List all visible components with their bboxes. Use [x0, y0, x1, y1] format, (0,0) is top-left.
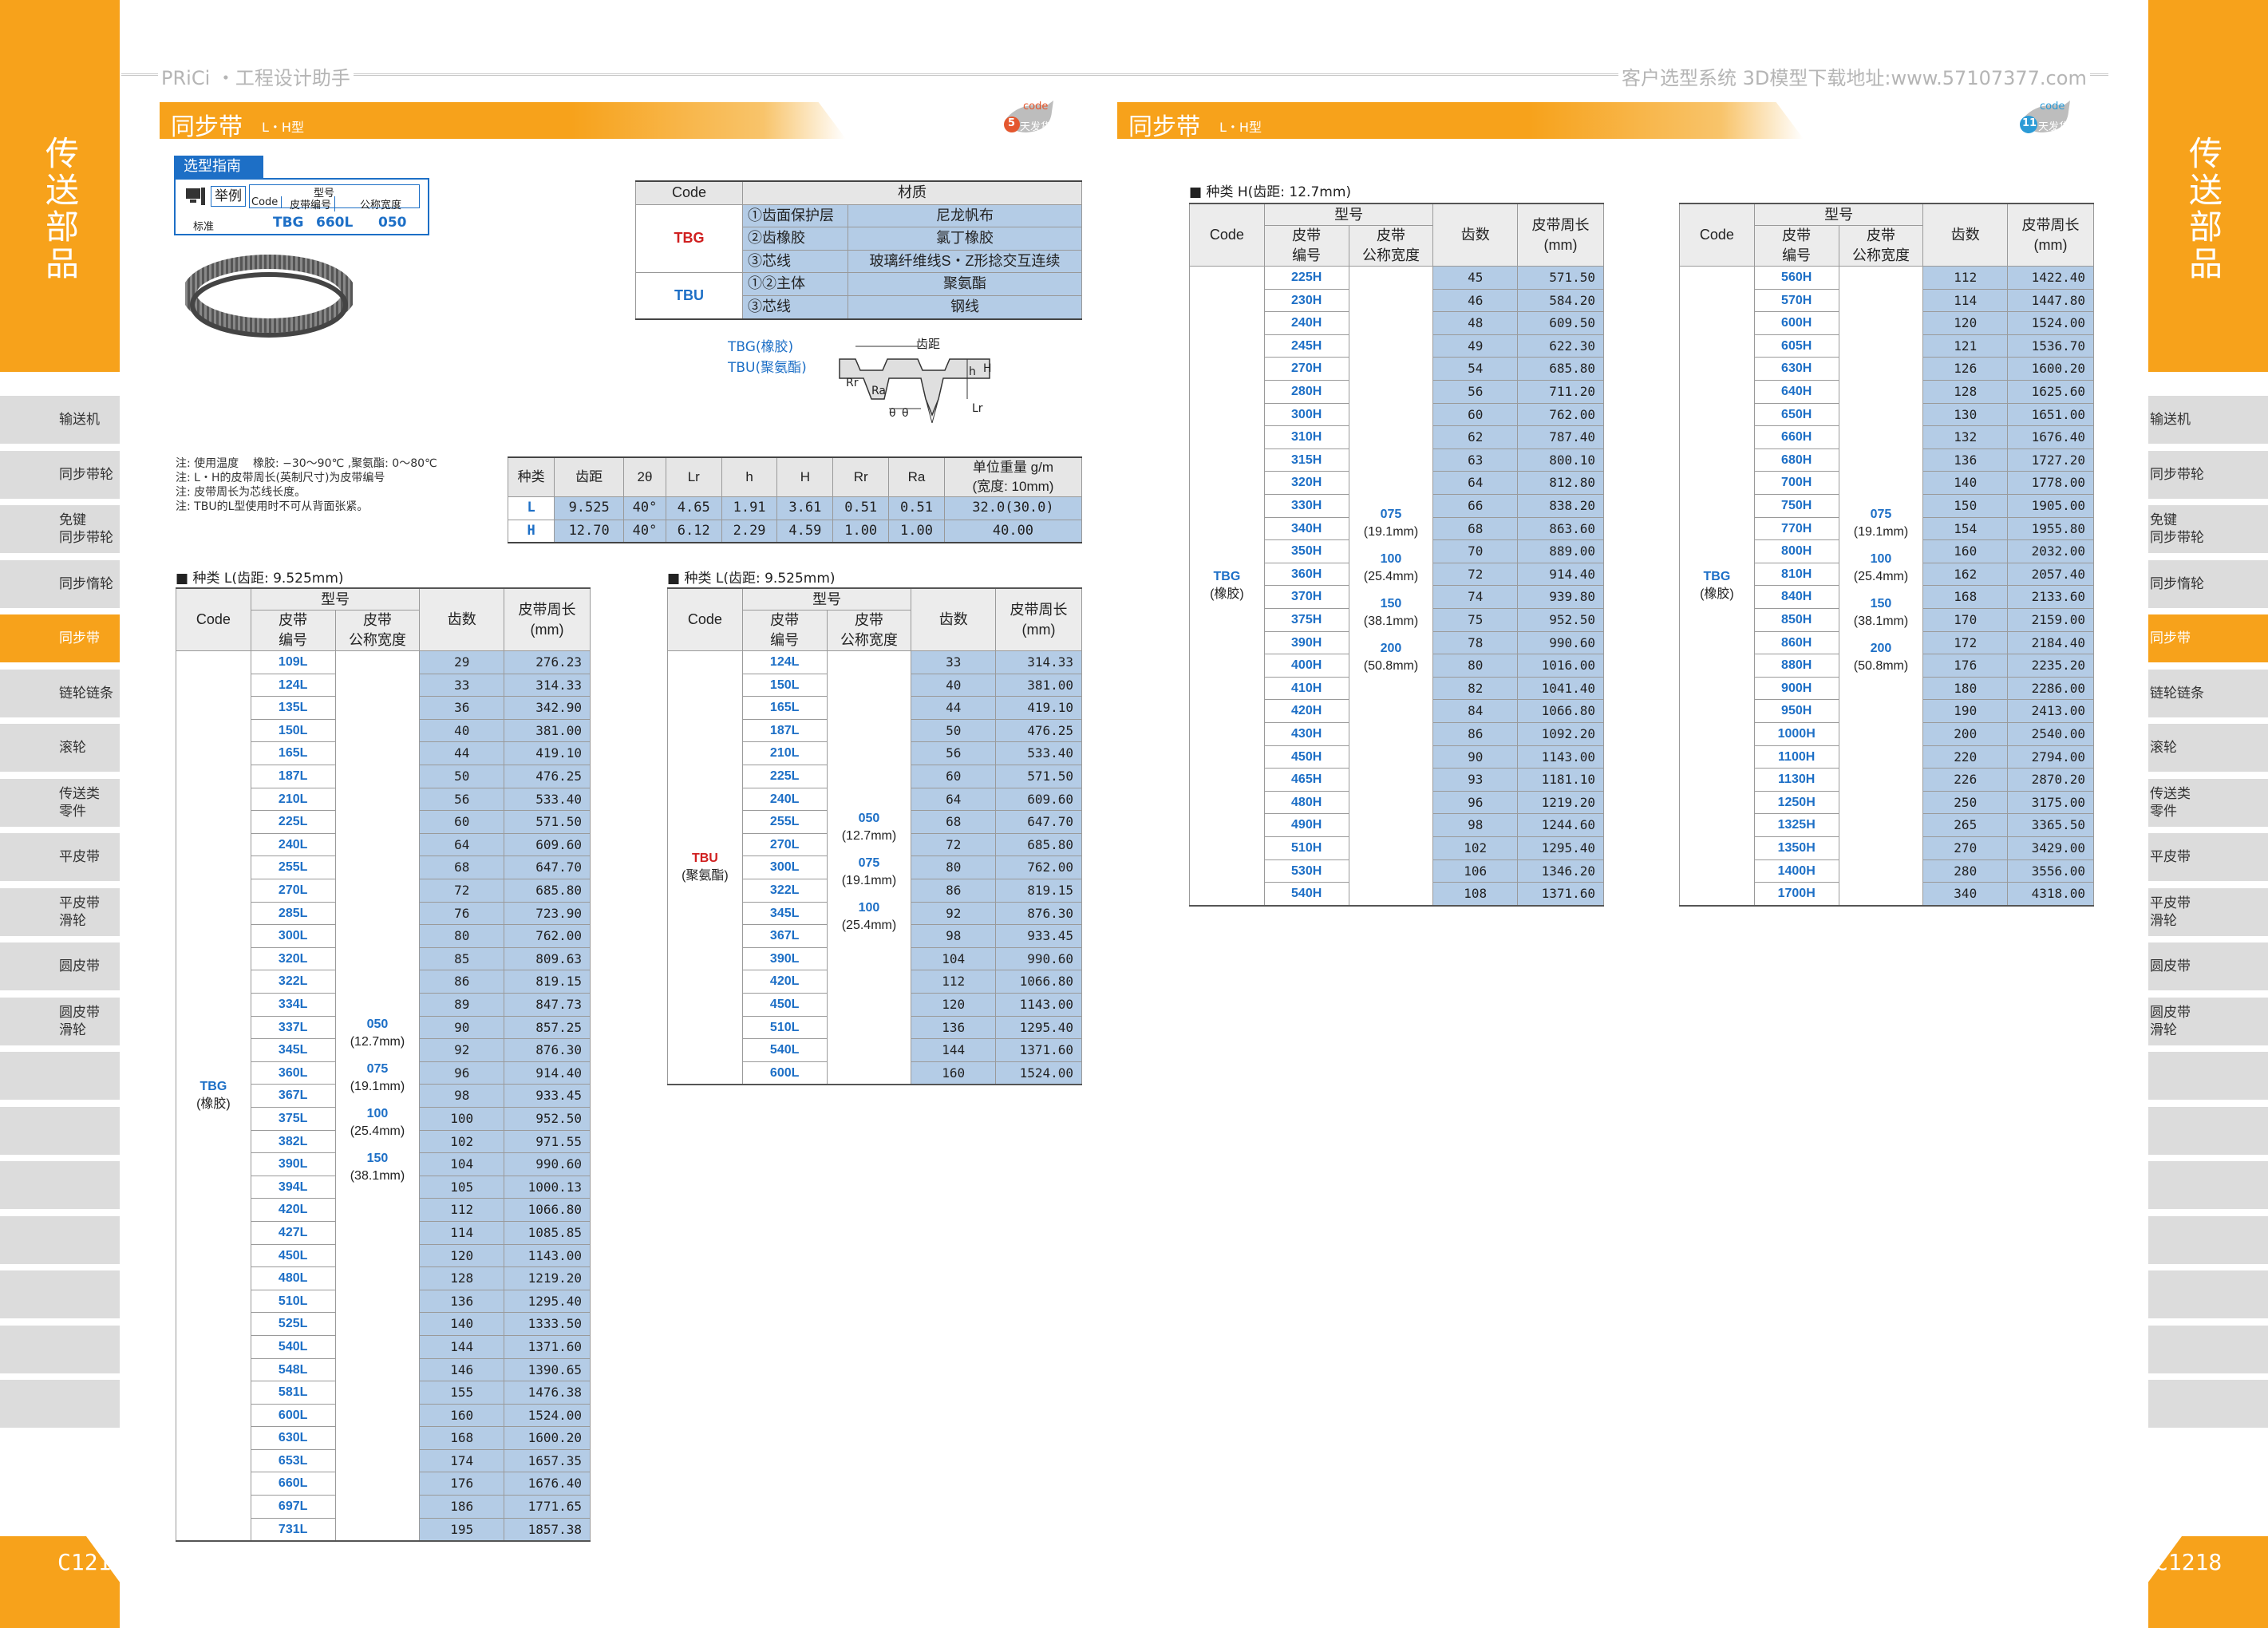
side-nav-item[interactable]: 同步带 [2148, 614, 2268, 662]
page-title: 同步带 [1128, 113, 1200, 141]
belt-table-h-2: Code 型号 齿数 皮带周长 (mm) 皮带 编号 皮带 公称宽度 TBG (橡胶) 560H… [1679, 203, 2094, 907]
spec-table: 种类 齿距 2θ Lr h H Rr Ra 单位重量 g/m (宽度: 10mm) L 9.525… [507, 456, 1083, 544]
example-label: 举例 [211, 186, 246, 207]
side-nav-blank [0, 1380, 120, 1428]
side-nav-item[interactable]: 平皮带 [2148, 833, 2268, 881]
side-nav-item[interactable]: 传送类 零件 [0, 778, 120, 827]
example-model-box: 型号 Code 皮带编号 公称宽度 [249, 184, 420, 211]
side-nav-blank [2148, 1161, 2268, 1209]
side-nav-blank [0, 1161, 120, 1209]
right-side-tab: 传送部品 输送机同步带轮免键 同步带轮 同步惰轮同步带链轮链条滚轮传送类 零件 平皮… [2148, 0, 2268, 1628]
spec-row: L 9.525 40° 4.65 1.91 3.61 0.51 0.51 32.0(30.0) [507, 496, 1083, 520]
side-nav-item[interactable]: 同步惰轮 [2148, 559, 2268, 608]
spec-row: H 12.70 40° 6.12 2.29 4.59 1.00 1.00 40.00 [507, 519, 1083, 543]
side-nav-item[interactable]: 圆皮带 滑轮 [2148, 997, 2268, 1045]
page-subtitle: L・H型 [262, 120, 304, 135]
side-nav-item[interactable]: 圆皮带 滑轮 [0, 997, 120, 1045]
side-nav-item[interactable]: 同步带轮 [2148, 450, 2268, 499]
side-nav-item[interactable]: 滚轮 [2148, 724, 2268, 772]
material-row: TBU ①②主体 聚氨酯 [635, 272, 1082, 320]
side-nav-item[interactable]: 免键 同步带轮 [0, 505, 120, 553]
side-nav-blank [2148, 1270, 2268, 1318]
table-row: TBG (橡胶) 560H 075 (19.1mm) 100 (25.4mm) 150 (38.… [1679, 266, 2094, 906]
title-bar: 同步带 L・H型 [1117, 102, 1804, 139]
side-nav-item[interactable]: 圆皮带 [0, 942, 120, 990]
category-label: 传送部品 [2188, 134, 2223, 283]
side-nav-item[interactable]: 同步带 [0, 614, 120, 662]
side-nav-blank [0, 1325, 120, 1373]
side-nav-item[interactable]: 滚轮 [0, 724, 120, 772]
belt-table-h-1: Code 型号 齿数 皮带周长 (mm) 皮带 编号 皮带 公称宽度 TBG (橡胶) 225H… [1189, 203, 1604, 907]
delivery-badge: code 5 天发货 [1002, 101, 1060, 136]
side-nav-item[interactable]: 链轮链条 [0, 669, 120, 717]
delivery-badge: code 11 天发货 [2019, 101, 2076, 136]
side-nav-blank [2148, 1325, 2268, 1373]
side-nav-blank [2148, 1106, 2268, 1155]
left-side-tab: 传送部品 输送机同步带轮免键 同步带轮 同步惰轮同步带链轮链条滚轮传送类 零件 平皮… [0, 0, 120, 1628]
material-table: Code 材质 TBG ①齿面保护层 尼龙帆布 ②齿橡胶 氯丁橡胶 ③芯线 玻璃纤维线S・Z形… [635, 180, 1082, 320]
belt-image [182, 254, 356, 346]
page-number: C1217 [57, 1549, 125, 1575]
guide-example-box: 举例 型号 Code 皮带编号 公称宽度 标准 TBG 660L 050 [174, 178, 429, 235]
side-nav-item[interactable]: 输送机 [0, 396, 120, 444]
side-nav-item[interactable]: 免键 同步带轮 [2148, 505, 2268, 553]
side-nav-item[interactable]: 传送类 零件 [2148, 778, 2268, 827]
side-nav-blank [2148, 1052, 2268, 1100]
table-row: TBU (聚氨酯) 124L 050 (12.7mm) 075 (19.1mm) 100 (25… [667, 650, 1082, 1085]
side-nav-blank [0, 1215, 120, 1264]
page-subtitle: L・H型 [1219, 120, 1262, 135]
side-nav-item[interactable]: 输送机 [2148, 396, 2268, 444]
table-label: ■ 种类 L(齿距: 9.525mm) [667, 571, 836, 587]
notes: 注: 使用温度 橡胶: −30〜90℃ ,聚氨酯: 0〜80℃ 注: L・H的皮… [176, 457, 437, 513]
belt-table-l-tbu: Code 型号 齿数 皮带周长 (mm) 皮带 编号 皮带 公称宽度 TBU (聚氨酯) 124… [667, 587, 1082, 1086]
side-nav-item[interactable]: 平皮带 滑轮 [0, 887, 120, 936]
header-brand: PRiCi ・工程设计助手 [158, 62, 354, 90]
side-nav-blank [0, 1106, 120, 1155]
table-row: TBG (橡胶) 109L 050 (12.7mm) 075 (19.1mm) 100 (25.… [176, 650, 591, 1542]
side-nav-item[interactable]: 平皮带 滑轮 [2148, 887, 2268, 936]
material-row: TBG ①齿面保护层 尼龙帆布 [635, 204, 1082, 274]
guide-title: 选型指南 [174, 156, 263, 178]
header-download: 客户选型系统 3D模型下载地址:www.57107377.com [1618, 62, 2090, 90]
table-label: ■ 种类 L(齿距: 9.525mm) [176, 571, 344, 587]
page-title: 同步带 [171, 113, 243, 141]
page-number: C1218 [2155, 1549, 2223, 1575]
computer-icon [185, 188, 206, 205]
table-label: ■ 种类 H(齿距: 12.7mm) [1189, 184, 1352, 200]
side-nav-blank [2148, 1380, 2268, 1428]
table-row: TBG (橡胶) 225H 075 (19.1mm) 100 (25.4mm) 150 (38.… [1189, 266, 1604, 906]
side-nav-blank [2148, 1215, 2268, 1264]
belt-table-l-tbg: Code 型号 齿数 皮带周长 (mm) 皮带 编号 皮带 公称宽度 TBG (橡胶) 109L… [176, 587, 591, 1543]
tooth-profile-diagram: TBG(橡胶) TBU(聚氨酯) 齿距 Rr Ra θ θ Lr h H [728, 335, 1079, 431]
side-nav-item[interactable]: 同步带轮 [0, 450, 120, 499]
catalog-spread: 传送部品 输送机 同步带轮 免键 同步带轮 同步惰轮 同步带 链轮链条 滚轮 传送类 零件 平皮… [0, 0, 2268, 1628]
side-nav-item[interactable]: 链轮链条 [2148, 669, 2268, 717]
title-bar: 同步带 L・H型 [160, 102, 846, 139]
side-nav-blank [0, 1270, 120, 1318]
side-nav-item[interactable]: 圆皮带 [2148, 942, 2268, 990]
category-label: 传送部品 [45, 134, 79, 283]
side-nav-item[interactable]: 平皮带 [0, 833, 120, 881]
side-nav-blank [0, 1052, 120, 1100]
side-nav-item[interactable]: 同步惰轮 [0, 559, 120, 608]
